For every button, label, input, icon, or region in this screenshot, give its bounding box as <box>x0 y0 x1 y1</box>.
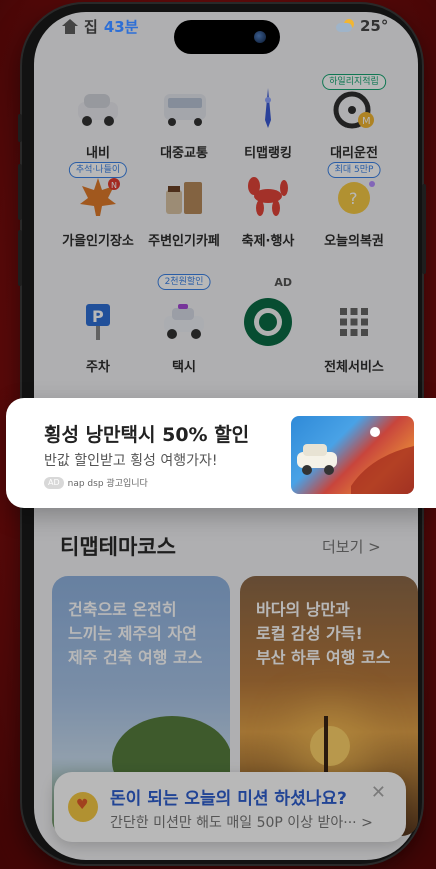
card-line: 건축으로 온전히 <box>68 600 177 619</box>
status-left[interactable]: 집 43분 <box>62 14 139 38</box>
ad-pill: AD <box>44 476 64 489</box>
ad-popup[interactable]: 횡성 낭만택시 50% 할인 반값 할인받고 횡성 여행가자! AD nap d… <box>6 398 436 508</box>
card-line: 로컬 감성 가득! <box>256 624 363 643</box>
service-label: 주차 <box>86 360 110 375</box>
service-taxi[interactable]: 2천원할인 택시 <box>138 274 230 375</box>
ad-tag: AD <box>274 276 292 289</box>
service-label: 택시 <box>172 360 196 375</box>
service-parking[interactable]: P 주차 <box>52 294 144 375</box>
card-line: 부산 하루 여행 코스 <box>256 648 391 667</box>
service-label: 주변인기카페 <box>148 234 220 249</box>
service-label: 가을인기장소 <box>62 234 134 249</box>
theme-more-link[interactable]: 더보기 > <box>322 536 381 557</box>
status-right: 25° <box>336 14 388 38</box>
power-button <box>422 184 426 274</box>
service-label: 내비 <box>86 146 110 161</box>
svg-text:M: M <box>362 116 371 127</box>
service-ad-starbucks[interactable]: AD <box>222 276 314 356</box>
grid-icon <box>326 294 382 350</box>
home-label: 집 <box>84 17 98 36</box>
camera-icon <box>254 31 266 43</box>
service-designated-driver[interactable]: 하일리지적립 M 대리운전 <box>308 74 400 161</box>
theme-section-title: 티맵테마코스 <box>60 535 176 559</box>
card-text: 바다의 낭만과 로컬 감성 가득! 부산 하루 여행 코스 <box>256 598 390 670</box>
volume-up-button <box>18 164 22 220</box>
popup-title: 횡성 낭만택시 50% 할인 <box>44 424 250 446</box>
service-popular-cafe[interactable]: 주변인기카페 <box>138 168 230 249</box>
car-icon <box>70 80 126 136</box>
service-ranking[interactable]: 티맵랭킹 <box>222 80 314 161</box>
service-festival[interactable]: 축제·행사 <box>222 168 314 249</box>
taxi-icon <box>156 294 212 350</box>
lottery-icon: ? <box>326 168 382 224</box>
service-label: 대중교통 <box>160 146 208 161</box>
mission-title: 돈이 되는 오늘의 미션 하셨나요? <box>110 789 347 809</box>
service-label: 대리운전 <box>330 146 378 161</box>
home-icon <box>62 18 78 34</box>
mission-subtitle: 간단한 미션만 해도 매일 50P 이상 받아··· > <box>110 815 373 831</box>
mission-icon <box>68 792 98 822</box>
bus-icon <box>156 80 212 136</box>
card-line: 제주 건축 여행 코스 <box>68 648 203 667</box>
service-label: 전체서비스 <box>324 360 384 375</box>
service-autumn-places[interactable]: 추석·나들이 N 가을인기장소 <box>52 162 144 249</box>
starbucks-logo-icon <box>240 294 296 350</box>
mission-banner[interactable]: 돈이 되는 오늘의 미션 하셨나요? 간단한 미션만 해도 매일 50P 이상 … <box>54 772 406 842</box>
popup-meta-text: nap dsp 광고입니다 <box>67 479 148 489</box>
mute-switch <box>18 114 22 142</box>
service-label: 축제·행사 <box>241 234 295 249</box>
taxi-ad-image <box>291 416 414 494</box>
service-badge: 2천원할인 <box>157 274 211 290</box>
svg-text:?: ? <box>349 189 358 208</box>
dynamic-island <box>174 20 280 54</box>
temperature: 25° <box>360 17 389 35</box>
volume-down-button <box>18 230 22 286</box>
service-lottery[interactable]: 최대 5만P ? 오늘의복권 <box>308 162 400 249</box>
popup-meta: AD nap dsp 광고입니다 <box>44 476 148 489</box>
service-all[interactable]: 전체서비스 <box>308 294 400 375</box>
parking-icon: P <box>70 294 126 350</box>
card-line: 느끼는 제주의 자연 <box>68 624 197 643</box>
eta-time: 43분 <box>103 17 139 36</box>
svg-text:P: P <box>92 307 104 326</box>
popup-subtitle: 반값 할인받고 횡성 여행가자! <box>44 453 218 469</box>
close-icon[interactable]: ✕ <box>371 782 386 803</box>
svg-text:N: N <box>111 181 117 190</box>
pin-icon <box>240 80 296 136</box>
maple-leaf-icon: N <box>70 168 126 224</box>
balloon-dog-icon <box>240 168 296 224</box>
card-line: 바다의 낭만과 <box>256 600 350 619</box>
weather-icon <box>336 19 356 33</box>
service-navi[interactable]: 내비 <box>52 80 144 161</box>
service-label: 오늘의복권 <box>324 234 384 249</box>
coffee-icon <box>156 168 212 224</box>
card-text: 건축으로 온전히 느끼는 제주의 자연 제주 건축 여행 코스 <box>68 598 202 670</box>
service-label: 티맵랭킹 <box>244 146 292 161</box>
service-transit[interactable]: 대중교통 <box>138 80 230 161</box>
sunset-image <box>310 726 350 766</box>
steering-icon: M <box>326 80 382 136</box>
